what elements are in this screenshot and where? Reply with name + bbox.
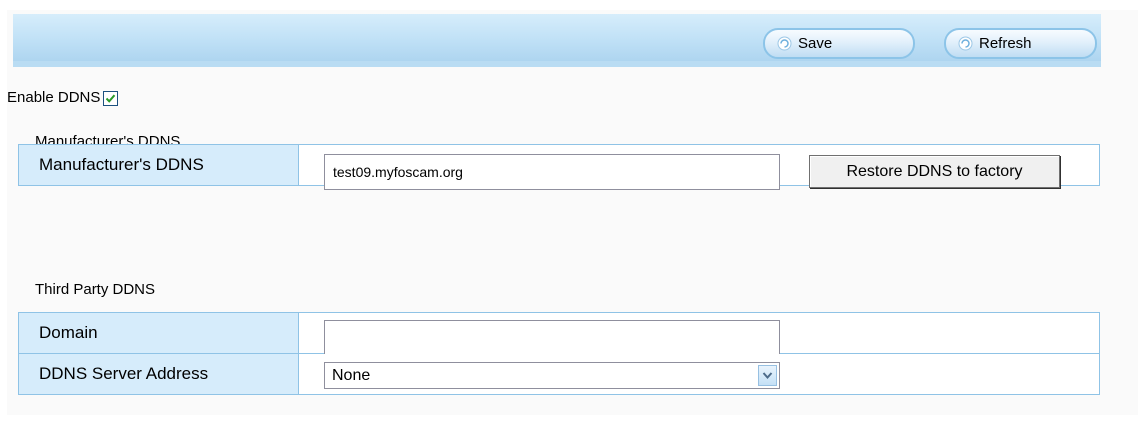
manufacturer-ddns-row: Manufacturer's DDNS Restore DDNS to fact… (18, 144, 1100, 190)
third-party-ddns-table: Domain DDNS Server Address None (18, 312, 1100, 395)
refresh-circle-icon (958, 36, 973, 51)
refresh-label: Refresh (979, 35, 1032, 52)
domain-row: Domain (18, 312, 1100, 356)
enable-ddns-label: Enable DDNS (7, 89, 101, 106)
manufacturer-ddns-input[interactable] (324, 154, 780, 190)
toolbar: Save Refresh (13, 14, 1101, 67)
manufacturer-ddns-label: Manufacturer's DDNS (18, 144, 299, 186)
enable-ddns-row: Enable DDNS (7, 88, 119, 108)
enable-ddns-checkbox[interactable] (103, 90, 119, 106)
save-button[interactable]: Save (763, 28, 915, 59)
domain-value-cell (298, 312, 1100, 356)
refresh-button[interactable]: Refresh (944, 28, 1097, 59)
checkmark-icon (106, 94, 116, 103)
manufacturer-ddns-value-cell: Restore DDNS to factory (298, 144, 1100, 190)
domain-input[interactable] (324, 320, 780, 356)
refresh-circle-icon (777, 36, 792, 51)
third-party-ddns-heading: Third Party DDNS (35, 281, 156, 298)
ddns-server-label: DDNS Server Address (18, 353, 299, 395)
manufacturer-ddns-table: Manufacturer's DDNS Restore DDNS to fact… (18, 144, 1100, 190)
ddns-server-selected: None (332, 367, 371, 384)
ddns-server-row: DDNS Server Address None (18, 353, 1100, 395)
ddns-server-select[interactable]: None (324, 362, 780, 389)
domain-label: Domain (18, 312, 299, 354)
restore-ddns-button[interactable]: Restore DDNS to factory (809, 155, 1060, 188)
chevron-down-icon[interactable] (758, 365, 777, 386)
save-label: Save (798, 35, 833, 52)
ddns-server-value-cell: None (298, 353, 1100, 395)
